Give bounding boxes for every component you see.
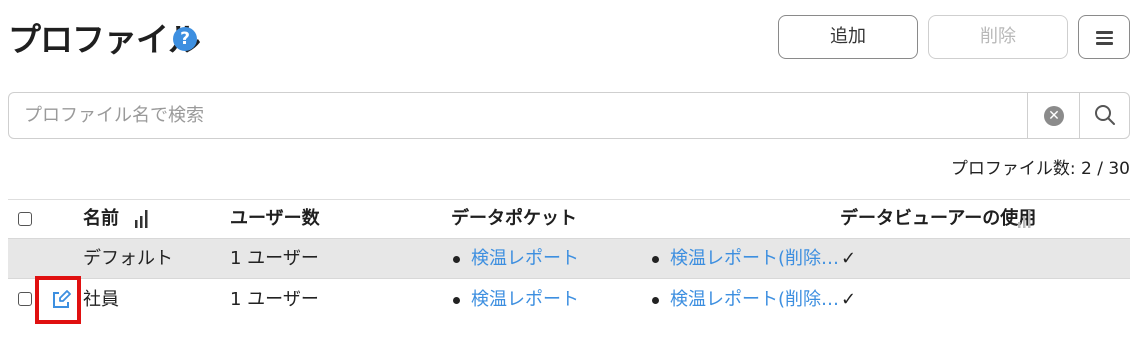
clear-search-button[interactable]: ✕ (1027, 93, 1079, 138)
user-count: 1 ユーザー (230, 289, 319, 310)
data-pocket-link[interactable]: 検温レポート (471, 248, 579, 270)
table-header: 名前 ユーザー数 データポケット データビューアーの使用 (8, 200, 1130, 238)
table-row[interactable]: 社員 1 ユーザー 検温レポート 検温レポート(削除… ✓ (8, 280, 1130, 320)
column-header-users: ユーザー数 (230, 208, 320, 229)
profile-name: 社員 (83, 289, 119, 310)
search-bar: ✕ (8, 92, 1130, 139)
checkmark-icon: ✓ (841, 289, 857, 310)
delete-button[interactable]: 削除 (928, 15, 1068, 59)
bullet (453, 256, 460, 263)
column-header-viewer[interactable]: データビューアーの使用 (840, 208, 1036, 230)
select-all-checkbox[interactable] (18, 212, 32, 226)
page-title: プロファイル (8, 20, 201, 59)
checkmark-icon: ✓ (841, 248, 857, 269)
search-icon (1095, 105, 1115, 125)
clear-icon: ✕ (1044, 106, 1064, 126)
bullet (453, 297, 460, 304)
menu-button[interactable] (1078, 15, 1130, 59)
hamburger-icon (1096, 31, 1113, 45)
search-button[interactable] (1079, 93, 1129, 138)
data-pocket-link[interactable]: 検温レポート(削除… (670, 289, 839, 311)
column-header-name[interactable]: 名前 (83, 208, 119, 230)
data-pocket-link[interactable]: 検温レポート(削除… (670, 248, 839, 270)
bullet (652, 256, 659, 263)
data-pocket-link[interactable]: 検温レポート (471, 289, 579, 311)
add-button[interactable]: 追加 (778, 15, 918, 59)
user-count: 1 ユーザー (230, 248, 319, 269)
help-icon[interactable]: ? (173, 27, 197, 51)
bullet (652, 297, 659, 304)
row-checkbox[interactable] (18, 292, 32, 306)
search-input[interactable] (10, 94, 1020, 137)
profile-count: プロファイル数: 2 / 30 (950, 159, 1130, 179)
highlight-frame (35, 276, 81, 324)
table-row[interactable]: デフォルト 1 ユーザー 検温レポート 検温レポート(削除… ✓ (8, 238, 1130, 279)
profile-name: デフォルト (83, 248, 173, 269)
sort-bars-icon[interactable] (1018, 210, 1032, 228)
column-header-data-pocket: データポケット (451, 208, 577, 229)
sort-bars-icon[interactable] (135, 210, 149, 228)
